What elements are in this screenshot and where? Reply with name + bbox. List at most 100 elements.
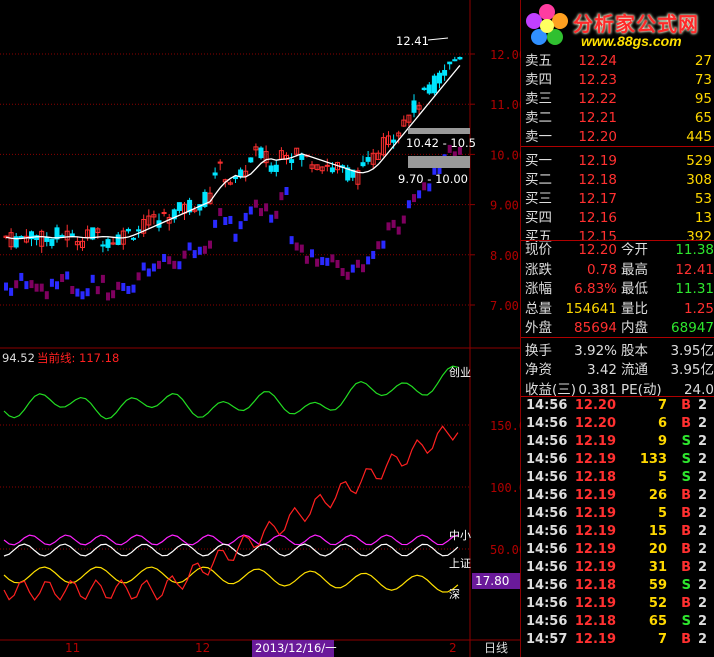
shadow-candle <box>304 255 309 264</box>
trade-side: B <box>681 524 691 539</box>
trade-row: 14:56 12.19 52 B 2 <box>521 595 714 613</box>
candle-body <box>100 244 106 247</box>
trade-extra: 2 <box>698 434 708 449</box>
trade-side: S <box>681 452 691 467</box>
orderbook-label: 买三 <box>525 191 552 207</box>
quote-label: 最低 <box>621 281 648 297</box>
trade-time: 14:56 <box>526 398 568 413</box>
trade-time: 14:57 <box>526 632 568 647</box>
candle-body <box>437 72 442 84</box>
candle-body <box>442 70 448 76</box>
candle-body <box>49 238 55 246</box>
chuangye-label: 创业 <box>449 366 471 379</box>
trade-row: 14:56 12.18 59 S 2 <box>521 577 714 595</box>
candle-body <box>268 165 274 172</box>
shadow-candle <box>177 261 182 270</box>
orderbook-volume: 95 <box>694 91 712 107</box>
shadow-candle <box>70 286 75 295</box>
candle-body <box>125 228 131 232</box>
trade-volume: 52 <box>648 596 667 611</box>
trade-price: 12.19 <box>574 488 616 503</box>
shadow-candle <box>75 288 80 297</box>
trade-row: 14:56 12.19 133 S 2 <box>521 451 714 469</box>
shadow-candle <box>401 215 406 224</box>
trade-volume: 31 <box>648 560 667 575</box>
trade-time: 14:56 <box>526 452 568 467</box>
resistance-band <box>408 128 470 134</box>
trade-extra: 2 <box>698 614 708 629</box>
shadow-candle <box>29 280 34 289</box>
shadow-candle <box>417 190 422 199</box>
trade-extra: 2 <box>698 596 708 611</box>
shadow-candle <box>228 215 233 224</box>
quote-value: 12.41 <box>675 261 714 278</box>
shen-label: 深 <box>449 588 460 601</box>
shadow-candle <box>238 221 243 230</box>
candle-body <box>426 84 432 94</box>
support-band <box>408 156 470 168</box>
shadow-candle <box>172 260 177 269</box>
orderbook-row: 买二 12.18 308 <box>521 171 714 190</box>
shadow-candle <box>340 268 345 277</box>
candle-body <box>365 157 371 162</box>
trade-price: 12.19 <box>574 452 616 467</box>
shadow-candle <box>192 250 197 259</box>
trade-side: S <box>681 614 691 629</box>
indicator-header-value: 94.52 <box>2 351 35 365</box>
orderbook-row: 卖一 12.20 445 <box>521 128 714 147</box>
shadow-candle <box>9 287 14 296</box>
trade-side: B <box>681 560 691 575</box>
shadow-candle <box>126 285 131 294</box>
quote-value: 3.42 <box>586 362 617 378</box>
logo-url: www.88gs.com <box>581 33 682 49</box>
candle-body <box>69 233 75 237</box>
current-date-label: 2013/12/16/一 <box>255 641 337 655</box>
quote-value: 3.95亿 <box>670 342 714 359</box>
shadow-candle <box>111 290 116 299</box>
trade-price: 12.20 <box>574 398 616 413</box>
price-tick-label: 9.00 <box>490 199 519 213</box>
candle-body <box>360 162 366 167</box>
shadow-candle <box>355 259 360 268</box>
trade-row: 14:56 12.20 6 B 2 <box>521 415 714 433</box>
candle-body <box>421 87 427 91</box>
trade-time: 14:56 <box>526 578 568 593</box>
trade-side: S <box>681 434 691 449</box>
quote-separator <box>521 337 714 338</box>
trade-extra: 2 <box>698 506 708 521</box>
trade-row: 14:56 12.19 31 B 2 <box>521 559 714 577</box>
quote-value: 1.25 <box>683 300 714 317</box>
shadow-candle <box>223 217 228 226</box>
trade-side: B <box>681 488 691 503</box>
shadow-candle <box>100 274 105 283</box>
quote-value: 11.38 <box>675 242 714 258</box>
shadow-candle <box>141 262 146 271</box>
quote-value: 0.78 <box>586 261 617 278</box>
shadow-candle <box>274 210 279 219</box>
trade-side: S <box>681 470 691 485</box>
zhongxiao-line <box>3 534 459 546</box>
trade-side: B <box>681 542 691 557</box>
shadow-candle <box>95 286 100 295</box>
trade-price: 12.19 <box>574 560 616 575</box>
trade-row: 14:57 12.19 7 B 2 <box>521 631 714 649</box>
quote-value: 12.20 <box>578 242 617 258</box>
candle-body <box>457 57 463 60</box>
orderbook-row: 买三 12.17 53 <box>521 190 714 209</box>
candle-body <box>212 172 218 176</box>
trade-volume: 7 <box>657 398 667 413</box>
orderbook-volume: 529 <box>686 153 712 169</box>
trade-row: 14:56 12.19 26 B 2 <box>521 487 714 505</box>
shadow-candle <box>284 187 289 196</box>
orderbook-price: 12.23 <box>578 72 617 88</box>
trade-volume: 5 <box>657 506 667 521</box>
orderbook-price: 12.19 <box>578 153 617 169</box>
orderbook-price: 12.22 <box>578 91 617 107</box>
trade-price: 12.20 <box>574 416 616 431</box>
shadow-candle <box>264 203 269 212</box>
zhongxiao-label: 中小 <box>449 529 471 542</box>
trade-price: 12.19 <box>574 632 616 647</box>
quote-label: 涨幅 <box>525 281 552 297</box>
shadow-candle <box>106 292 110 301</box>
trade-row: 14:56 12.19 15 B 2 <box>521 523 714 541</box>
